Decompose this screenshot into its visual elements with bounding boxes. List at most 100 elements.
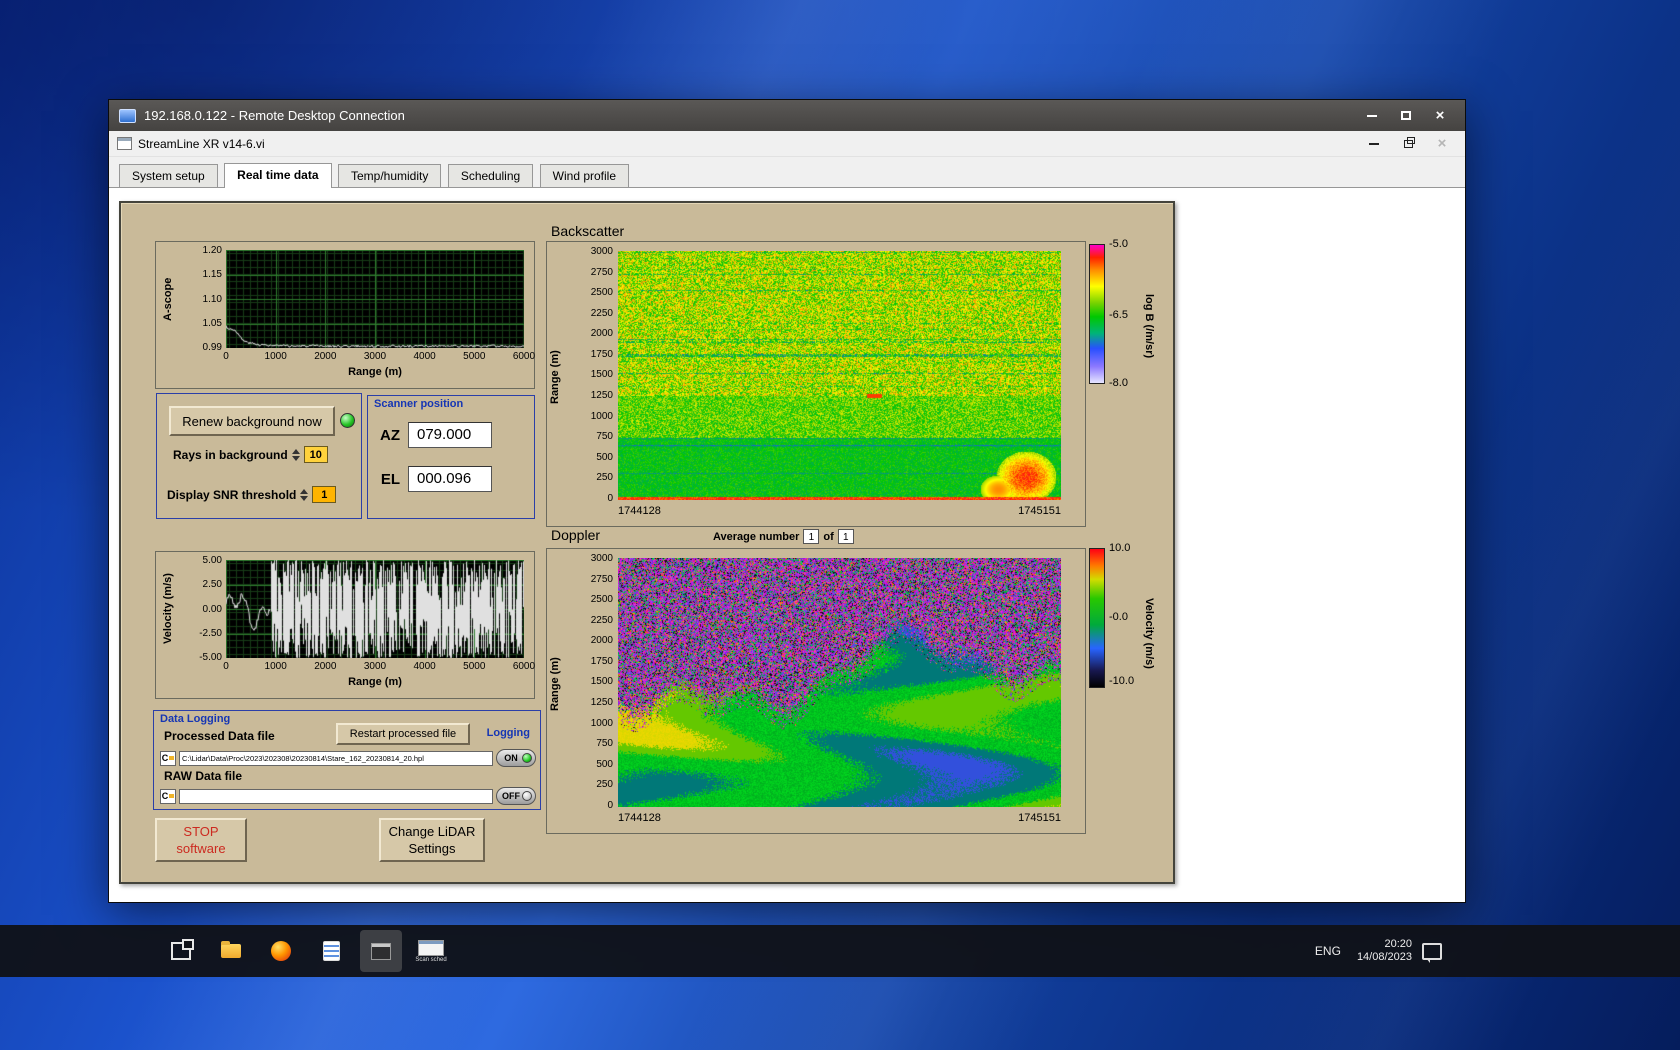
tab-system-setup[interactable]: System setup (119, 164, 218, 187)
axis-tick: 0.00 (202, 603, 222, 615)
renew-background-button[interactable]: Renew background now (169, 406, 335, 436)
raw-drive-box[interactable]: C (160, 788, 176, 804)
clock[interactable]: 20:20 14/08/2023 (1357, 938, 1412, 964)
az-value[interactable]: 079.000 (408, 422, 492, 448)
tab-wind-profile[interactable]: Wind profile (539, 164, 630, 187)
app-restore-button[interactable] (1393, 133, 1423, 154)
app-titlebar[interactable]: StreamLine XR v14-6.vi × (109, 131, 1465, 157)
processed-file-row: C C:\Lidar\Data\Proc\2023\202308\2023081… (160, 749, 536, 767)
average-of-label: of (823, 530, 834, 543)
snr-spinner[interactable] (300, 488, 309, 501)
processed-drive-box[interactable]: C (160, 750, 176, 766)
el-label: EL (380, 470, 400, 488)
doppler-colorbar-label: Velocity (m/s) (1143, 597, 1155, 669)
axis-tick: 250 (596, 472, 613, 484)
rdp-close-button[interactable]: × (1425, 105, 1455, 126)
average-number-value[interactable]: 1 (803, 529, 820, 544)
velocity-y-label: Velocity (m/s) (162, 573, 174, 645)
doppler-colorbar (1089, 548, 1105, 688)
axis-tick: 2000 (590, 635, 613, 647)
renew-background-led (340, 413, 355, 428)
el-value[interactable]: 000.096 (408, 466, 492, 492)
rays-value[interactable]: 10 (303, 446, 328, 463)
raw-file-row: C OFF (160, 787, 536, 805)
backscatter-x-end: 1745151 (1018, 505, 1061, 517)
raw-data-file-label: RAW Data file (164, 769, 243, 783)
velocity-x-label: Range (m) (348, 676, 402, 688)
tab-real-time-data[interactable]: Real time data (224, 163, 332, 188)
backscatter-cb-tick-max: -5.0 (1109, 238, 1128, 250)
raw-path-input[interactable] (179, 788, 493, 804)
velocity-x-ticks: 0 1000 2000 3000 4000 5000 6000 (223, 661, 536, 672)
axis-tick: 1.20 (202, 245, 222, 256)
raw-logging-toggle[interactable]: OFF (496, 787, 536, 805)
processed-path-input[interactable]: C:\Lidar\Data\Proc\2023\202308\20230814\… (179, 750, 493, 766)
doppler-cb-tick-max: 10.0 (1109, 542, 1131, 554)
velocity-y-ticks: 5.00 2.50 0.00 -2.50 -5.00 (186, 555, 222, 663)
backscatter-plot-frame: Range (m) 3000 2750 2500 2250 2000 1750 1500 12… (546, 241, 1086, 527)
doppler-title: Doppler (551, 527, 601, 543)
average-of-value[interactable]: 1 (837, 529, 854, 544)
stop-software-line1: STOP (183, 824, 219, 839)
app-close-button[interactable]: × (1427, 133, 1457, 154)
taskbar-tray: ENG 20:20 14/08/2023 (1309, 925, 1442, 977)
firefox-button[interactable] (260, 930, 302, 972)
ascope-y-label: A-scope (162, 277, 174, 321)
scan-sched-button[interactable]: Scan sched (410, 930, 452, 972)
snr-value[interactable]: 1 (312, 486, 337, 503)
app-content: Backscatter A-scope 1.20 1.15 1.10 1.05 0.99… (109, 188, 1465, 902)
axis-tick: 2750 (590, 266, 613, 278)
task-view-button[interactable] (160, 930, 202, 972)
processed-logging-toggle[interactable]: ON (496, 749, 536, 767)
axis-tick: 1500 (590, 369, 613, 381)
task-view-icon (171, 939, 194, 960)
tab-temp-humidity[interactable]: Temp/humidity (337, 164, 442, 187)
axis-tick: 1000 (590, 717, 613, 729)
axis-tick: 0.99 (202, 342, 222, 353)
app-window-icon (117, 137, 132, 150)
velocity-plot (226, 560, 524, 658)
average-number-row: Average number 1 of 1 (713, 529, 854, 544)
app-minimize-button[interactable] (1359, 133, 1389, 154)
restart-processed-file-button[interactable]: Restart processed file (336, 723, 470, 745)
backscatter-x-range: 1744128 1745151 (618, 505, 1061, 517)
folder-icon (221, 941, 241, 958)
axis-tick: 2250 (590, 307, 613, 319)
axis-tick: 2750 (590, 573, 613, 585)
axis-tick: 2.50 (202, 579, 222, 591)
scanner-position-group: Scanner position AZ 079.000 EL 000.096 (367, 395, 535, 519)
backscatter-y-ticks: 3000 2750 2500 2250 2000 1750 1500 1250 1000 750 5… (571, 246, 613, 504)
axis-tick: 1000 (590, 410, 613, 422)
change-lidar-settings-button[interactable]: Change LiDAR Settings (379, 818, 485, 862)
axis-tick: 3000 (590, 246, 613, 257)
file-explorer-button[interactable] (210, 930, 252, 972)
data-logging-title: Data Logging (160, 713, 231, 725)
language-indicator[interactable]: ENG (1309, 940, 1347, 962)
snr-threshold-row: Display SNR threshold 1 (167, 486, 337, 503)
rdp-titlebar[interactable]: 192.168.0.122 - Remote Desktop Connectio… (109, 100, 1465, 131)
stop-software-button[interactable]: STOP software (155, 818, 247, 862)
axis-tick: 2000 (590, 328, 613, 340)
rdp-computer-icon (119, 108, 136, 123)
rdp-maximize-button[interactable] (1391, 105, 1421, 126)
stop-software-line2: software (176, 841, 226, 856)
notes-app-button[interactable] (310, 930, 352, 972)
tab-scheduling[interactable]: Scheduling (447, 164, 534, 187)
average-number-label: Average number (713, 530, 800, 543)
rdp-app-icon (371, 942, 391, 960)
scanner-position-title: Scanner position (374, 398, 464, 410)
axis-tick: 0 (607, 492, 613, 504)
axis-tick: 1750 (590, 348, 613, 360)
raw-toggle-led (522, 791, 532, 801)
processed-toggle-label: ON (504, 753, 518, 763)
az-row: AZ 079.000 (376, 422, 492, 448)
backscatter-colorbar-label: log B (/m/sr) (1143, 293, 1155, 359)
tab-strip: System setup Real time data Temp/humidit… (109, 157, 1465, 188)
el-row: EL 000.096 (376, 466, 492, 492)
notification-icon[interactable] (1422, 942, 1442, 963)
rdp-minimize-button[interactable] (1357, 105, 1387, 126)
rays-spinner[interactable] (291, 448, 300, 461)
taskbar-icons: Scan sched (160, 930, 452, 972)
logging-label: Logging (486, 727, 530, 739)
rdp-taskbar-button[interactable] (360, 930, 402, 972)
